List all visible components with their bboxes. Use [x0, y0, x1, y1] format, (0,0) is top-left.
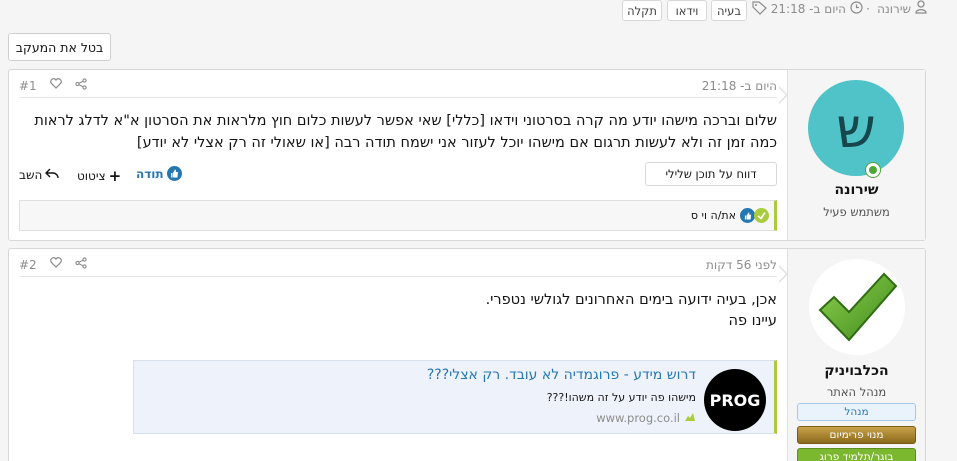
share-icon[interactable] — [75, 78, 87, 93]
prog-logo: PROG — [704, 369, 766, 431]
post-header: לפני 56 דקות #2 — [19, 255, 777, 277]
badge-graduate-label: בוגר/תלמיד פרוג — [819, 451, 894, 461]
clock-icon — [850, 1, 863, 17]
post-2: הכלבויניק מנהל האתר מנהל מנוי פרימיום בו… — [8, 248, 926, 461]
post-header: היום ב- 21:18 #1 — [19, 76, 777, 98]
post-body-line-2: עיינו פה — [728, 313, 777, 329]
online-indicator-icon — [865, 162, 881, 178]
post-1: ש שירונה משתמש פעיל היום ב- 21:18 #1 שלו… — [8, 69, 926, 241]
report-button[interactable]: דווח על תוכן שלילי — [645, 162, 777, 186]
user-title: משתמש פעיל — [823, 205, 890, 219]
post-body: שלום וברכה מישהו יודע מה קרה בסרטוני ויד… — [34, 113, 777, 151]
post-number[interactable]: #1 — [19, 79, 37, 93]
like-reaction-icon — [740, 208, 755, 223]
like-button[interactable]: תודה — [136, 166, 182, 181]
badge-premium-label: מנוי פרימיום — [829, 429, 884, 441]
like-label: תודה — [136, 166, 164, 181]
badge-admin: מנהל — [797, 403, 916, 421]
thread-date[interactable]: היום ב- 21:18 — [771, 2, 846, 16]
username[interactable]: הכלבויניק — [788, 363, 925, 379]
tag-bug[interactable]: תקלה — [622, 0, 662, 21]
reactions-text[interactable]: את/ה וי ס — [691, 209, 736, 222]
post-2-user-panel: הכלבויניק מנהל האתר מנהל מנוי פרימיום בו… — [787, 249, 925, 461]
plus-icon: + — [108, 167, 122, 185]
bookmark-icon[interactable] — [50, 78, 62, 92]
link-preview-title[interactable]: דרוש מידע - פרוגמדיה לא עובד. רק אצלי??? — [427, 367, 696, 383]
post-date[interactable]: היום ב- 21:18 — [702, 79, 777, 93]
unwatch-button[interactable]: בטל את המעקב — [8, 33, 111, 61]
user-title: מנהל האתר — [826, 385, 887, 399]
post-number[interactable]: #2 — [19, 258, 37, 272]
thumbs-up-icon — [166, 166, 182, 181]
badge-graduate: בוגר/תלמיד פרוג — [797, 448, 916, 461]
link-preview-site[interactable]: www.prog.co.il — [596, 411, 696, 425]
message-arrow — [778, 265, 788, 283]
badge-premium: מנוי פרימיום — [797, 426, 916, 444]
thread-author[interactable]: שירונה — [877, 2, 911, 16]
reply-button[interactable]: השב — [19, 167, 59, 182]
site-favicon-icon — [684, 411, 696, 425]
site-url: www.prog.co.il — [596, 411, 680, 425]
bookmark-icon[interactable] — [50, 257, 62, 271]
avatar[interactable] — [809, 259, 905, 355]
user-icon — [915, 0, 927, 17]
reply-icon — [45, 167, 59, 182]
quote-button[interactable]: ציטוט + — [77, 167, 121, 185]
username[interactable]: שירונה — [788, 182, 925, 198]
thanks-reaction-icon — [754, 208, 769, 223]
tag-video[interactable]: וידאו — [667, 0, 707, 21]
post-date[interactable]: לפני 56 דקות — [706, 258, 777, 272]
avatar[interactable]: ש — [808, 80, 904, 176]
reactions-bar[interactable]: את/ה וי ס — [19, 200, 777, 231]
quote-label: ציטוט — [77, 169, 106, 183]
tag-problem[interactable]: בעיה — [711, 0, 747, 21]
separator-dot: · — [866, 2, 870, 16]
link-preview-description: מישהו פה יודע על זה משהו!??? — [546, 391, 696, 404]
checkmark-icon — [818, 272, 898, 342]
message-arrow — [778, 86, 788, 104]
post-1-user-panel: ש שירונה משתמש פעיל — [787, 70, 925, 240]
tag-icon — [752, 1, 767, 18]
share-icon[interactable] — [75, 257, 87, 272]
link-preview[interactable]: PROG דרוש מידע - פרוגמדיה לא עובד. רק אצ… — [133, 360, 777, 434]
thread-meta: שירונה · היום ב- 21:18 בעיה וידאו תקלה — [0, 0, 957, 22]
reply-label: השב — [19, 167, 43, 182]
post-body-line-1: אכן, בעיה ידועה בימים האחרונים לגולשי נט… — [485, 292, 777, 308]
